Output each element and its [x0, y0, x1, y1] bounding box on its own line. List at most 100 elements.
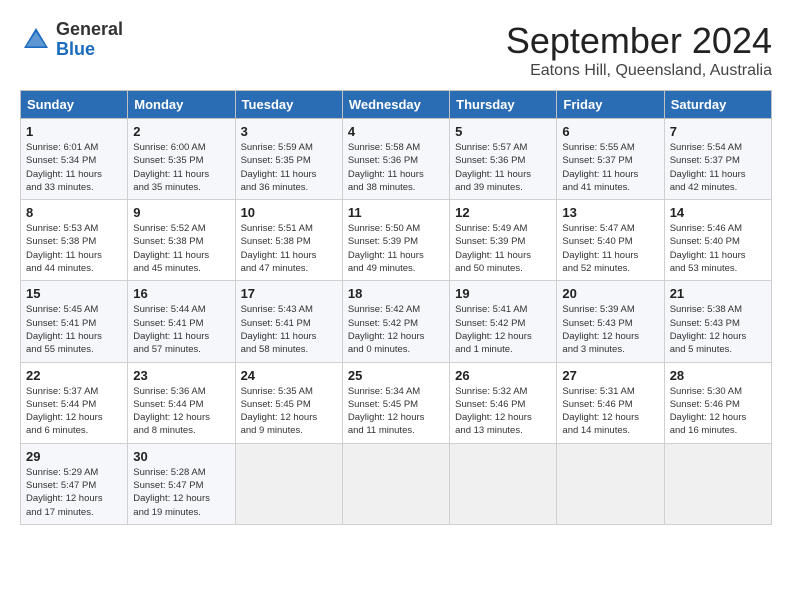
day-info: Sunrise: 5:59 AMSunset: 5:35 PMDaylight:…: [241, 141, 337, 194]
title-block: September 2024 Eatons Hill, Queensland, …: [506, 20, 772, 80]
calendar-cell: 5Sunrise: 5:57 AMSunset: 5:36 PMDaylight…: [450, 119, 557, 200]
calendar-cell: 29 Sunrise: 5:29 AMSunset: 5:47 PMDayligh…: [21, 443, 128, 524]
day-number: 29: [26, 449, 122, 464]
day-info: Sunrise: 5:49 AMSunset: 5:39 PMDaylight:…: [455, 222, 551, 275]
day-info: Sunrise: 5:39 AMSunset: 5:43 PMDaylight:…: [562, 303, 658, 356]
day-number: 17: [241, 286, 337, 301]
calendar-cell: 27 Sunrise: 5:31 AMSunset: 5:46 PMDayligh…: [557, 362, 664, 443]
day-info: Sunrise: 5:52 AMSunset: 5:38 PMDaylight:…: [133, 222, 229, 275]
calendar-cell: 6 Sunrise: 5:55 AMSunset: 5:37 PMDaylight…: [557, 119, 664, 200]
weekday-header-sunday: Sunday: [21, 91, 128, 119]
calendar-cell: 18Sunrise: 5:42 AMSunset: 5:42 PMDayligh…: [342, 281, 449, 362]
day-number: 23: [133, 368, 229, 383]
day-info: Sunrise: 6:01 AMSunset: 5:34 PMDaylight:…: [26, 141, 122, 194]
calendar-cell: 13 Sunrise: 5:47 AMSunset: 5:40 PMDayligh…: [557, 200, 664, 281]
calendar-cell: [235, 443, 342, 524]
calendar-cell: 22 Sunrise: 5:37 AMSunset: 5:44 PMDayligh…: [21, 362, 128, 443]
calendar-cell: 30 Sunrise: 5:28 AMSunset: 5:47 PMDayligh…: [128, 443, 235, 524]
day-number: 1: [26, 124, 122, 139]
page-header: General Blue September 2024 Eatons Hill,…: [20, 20, 772, 80]
day-info: Sunrise: 5:30 AMSunset: 5:46 PMDaylight:…: [670, 385, 766, 438]
calendar-cell: 21 Sunrise: 5:38 AMSunset: 5:43 PMDayligh…: [664, 281, 771, 362]
day-number: 4: [348, 124, 444, 139]
calendar-cell: 24 Sunrise: 5:35 AMSunset: 5:45 PMDayligh…: [235, 362, 342, 443]
day-number: 25: [348, 368, 444, 383]
day-number: 12: [455, 205, 551, 220]
calendar-header: SundayMondayTuesdayWednesdayThursdayFrid…: [21, 91, 772, 119]
calendar-cell: [557, 443, 664, 524]
day-number: 13: [562, 205, 658, 220]
day-number: 2: [133, 124, 229, 139]
calendar-cell: 28 Sunrise: 5:30 AMSunset: 5:46 PMDayligh…: [664, 362, 771, 443]
weekday-header-wednesday: Wednesday: [342, 91, 449, 119]
calendar-cell: 9 Sunrise: 5:52 AMSunset: 5:38 PMDaylight…: [128, 200, 235, 281]
weekday-header-monday: Monday: [128, 91, 235, 119]
day-info: Sunrise: 5:35 AMSunset: 5:45 PMDaylight:…: [241, 385, 337, 438]
day-info: Sunrise: 5:32 AMSunset: 5:46 PMDaylight:…: [455, 385, 551, 438]
day-info: Sunrise: 5:51 AMSunset: 5:38 PMDaylight:…: [241, 222, 337, 275]
day-info: Sunrise: 5:47 AMSunset: 5:40 PMDaylight:…: [562, 222, 658, 275]
day-number: 24: [241, 368, 337, 383]
day-number: 27: [562, 368, 658, 383]
month-title: September 2024: [506, 20, 772, 62]
logo: General Blue: [20, 20, 123, 60]
calendar-cell: 11 Sunrise: 5:50 AMSunset: 5:39 PMDayligh…: [342, 200, 449, 281]
day-number: 3: [241, 124, 337, 139]
day-info: Sunrise: 5:38 AMSunset: 5:43 PMDaylight:…: [670, 303, 766, 356]
day-info: Sunrise: 5:29 AMSunset: 5:47 PMDaylight:…: [26, 466, 122, 519]
location-subtitle: Eatons Hill, Queensland, Australia: [506, 62, 772, 80]
day-info: Sunrise: 5:28 AMSunset: 5:47 PMDaylight:…: [133, 466, 229, 519]
calendar-cell: 8 Sunrise: 5:53 AMSunset: 5:38 PMDaylight…: [21, 200, 128, 281]
day-info: Sunrise: 5:55 AMSunset: 5:37 PMDaylight:…: [562, 141, 658, 194]
day-info: Sunrise: 5:44 AMSunset: 5:41 PMDaylight:…: [133, 303, 229, 356]
logo-icon: [20, 24, 52, 56]
weekday-header-tuesday: Tuesday: [235, 91, 342, 119]
logo-blue-text: Blue: [56, 39, 95, 59]
day-number: 22: [26, 368, 122, 383]
weekday-header-friday: Friday: [557, 91, 664, 119]
day-info: Sunrise: 5:54 AMSunset: 5:37 PMDaylight:…: [670, 141, 766, 194]
day-info: Sunrise: 5:36 AMSunset: 5:44 PMDaylight:…: [133, 385, 229, 438]
day-number: 8: [26, 205, 122, 220]
calendar-cell: 4 Sunrise: 5:58 AMSunset: 5:36 PMDaylight…: [342, 119, 449, 200]
day-number: 18: [348, 286, 444, 301]
calendar-cell: 25 Sunrise: 5:34 AMSunset: 5:45 PMDayligh…: [342, 362, 449, 443]
day-info: Sunrise: 5:57 AMSunset: 5:36 PMDaylight:…: [455, 141, 551, 194]
calendar-cell: [664, 443, 771, 524]
day-number: 19: [455, 286, 551, 301]
calendar-table: SundayMondayTuesdayWednesdayThursdayFrid…: [20, 90, 772, 525]
calendar-cell: [450, 443, 557, 524]
day-number: 15: [26, 286, 122, 301]
day-info: Sunrise: 5:58 AMSunset: 5:36 PMDaylight:…: [348, 141, 444, 194]
calendar-cell: 2 Sunrise: 6:00 AMSunset: 5:35 PMDaylight…: [128, 119, 235, 200]
day-info: Sunrise: 5:45 AMSunset: 5:41 PMDaylight:…: [26, 303, 122, 356]
calendar-cell: 1 Sunrise: 6:01 AMSunset: 5:34 PMDaylight…: [21, 119, 128, 200]
calendar-cell: 20 Sunrise: 5:39 AMSunset: 5:43 PMDayligh…: [557, 281, 664, 362]
calendar-cell: 26 Sunrise: 5:32 AMSunset: 5:46 PMDayligh…: [450, 362, 557, 443]
day-info: Sunrise: 5:37 AMSunset: 5:44 PMDaylight:…: [26, 385, 122, 438]
logo-general-text: General: [56, 19, 123, 39]
day-info: Sunrise: 5:46 AMSunset: 5:40 PMDaylight:…: [670, 222, 766, 275]
calendar-cell: 23 Sunrise: 5:36 AMSunset: 5:44 PMDayligh…: [128, 362, 235, 443]
day-number: 9: [133, 205, 229, 220]
day-info: Sunrise: 5:31 AMSunset: 5:46 PMDaylight:…: [562, 385, 658, 438]
day-number: 21: [670, 286, 766, 301]
calendar-cell: [342, 443, 449, 524]
calendar-cell: 19 Sunrise: 5:41 AMSunset: 5:42 PMDayligh…: [450, 281, 557, 362]
calendar-cell: 15 Sunrise: 5:45 AMSunset: 5:41 PMDayligh…: [21, 281, 128, 362]
day-info: Sunrise: 5:50 AMSunset: 5:39 PMDaylight:…: [348, 222, 444, 275]
day-number: 6: [562, 124, 658, 139]
day-info: Sunrise: 6:00 AMSunset: 5:35 PMDaylight:…: [133, 141, 229, 194]
calendar-cell: 16Sunrise: 5:44 AMSunset: 5:41 PMDayligh…: [128, 281, 235, 362]
day-number: 7: [670, 124, 766, 139]
day-number: 11: [348, 205, 444, 220]
day-number: 28: [670, 368, 766, 383]
day-info: Sunrise: 5:41 AMSunset: 5:42 PMDaylight:…: [455, 303, 551, 356]
day-number: 30: [133, 449, 229, 464]
calendar-cell: 12 Sunrise: 5:49 AMSunset: 5:39 PMDayligh…: [450, 200, 557, 281]
day-number: 20: [562, 286, 658, 301]
day-info: Sunrise: 5:53 AMSunset: 5:38 PMDaylight:…: [26, 222, 122, 275]
day-info: Sunrise: 5:34 AMSunset: 5:45 PMDaylight:…: [348, 385, 444, 438]
weekday-header-saturday: Saturday: [664, 91, 771, 119]
day-number: 26: [455, 368, 551, 383]
